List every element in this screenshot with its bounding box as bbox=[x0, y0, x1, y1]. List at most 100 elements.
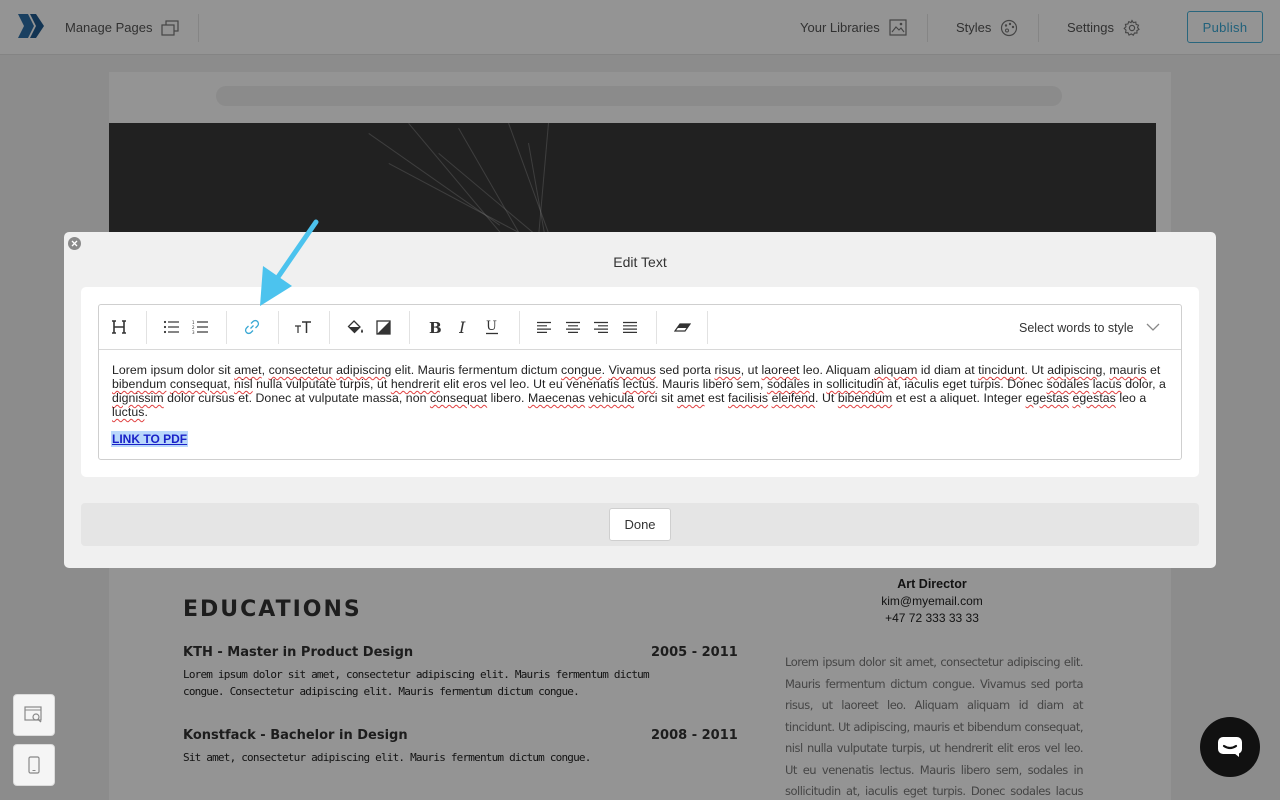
close-button[interactable] bbox=[68, 237, 81, 250]
rich-text-editor[interactable]: 123 B I U Select words to style Lorem ip… bbox=[98, 304, 1182, 460]
text-run: dolor, a bbox=[1121, 377, 1166, 391]
toolbar-divider bbox=[226, 311, 227, 344]
chevron-down-icon bbox=[1146, 323, 1160, 331]
svg-text:U: U bbox=[486, 319, 497, 334]
text-run: orci sit bbox=[634, 391, 677, 405]
numbered-list-icon: 123 bbox=[192, 320, 208, 334]
eraser-icon bbox=[673, 323, 691, 332]
text-run: . Mauris libero sem, bbox=[655, 377, 767, 391]
fill-color-button[interactable] bbox=[343, 315, 367, 339]
text-run: libero. bbox=[487, 391, 528, 405]
style-select[interactable]: Select words to style bbox=[1019, 305, 1160, 350]
paint-bucket-icon bbox=[347, 319, 363, 333]
misspelled-word: mauris bbox=[1109, 363, 1147, 377]
contrast-icon bbox=[375, 319, 391, 335]
link-button[interactable] bbox=[240, 315, 264, 339]
contrast-button[interactable] bbox=[371, 315, 395, 339]
text-run: , bbox=[261, 363, 269, 377]
text-run: in bbox=[809, 377, 827, 391]
align-justify-icon bbox=[623, 321, 637, 333]
misspelled-word: egestas bbox=[1072, 391, 1116, 405]
misspelled-word: congue bbox=[561, 363, 602, 377]
bold-button[interactable]: B bbox=[423, 315, 447, 339]
text-run: . Ut bbox=[815, 391, 838, 405]
close-icon bbox=[71, 240, 78, 247]
misspelled-word: Maecenas bbox=[527, 391, 586, 405]
misspelled-word: bibendum bbox=[837, 391, 893, 405]
toolbar-divider bbox=[409, 311, 410, 344]
misspelled-word: vehicula bbox=[588, 391, 635, 405]
toolbar-divider bbox=[707, 311, 708, 344]
style-select-label: Select words to style bbox=[1019, 320, 1134, 335]
mobile-icon bbox=[28, 756, 40, 774]
misspelled-word: sodales bbox=[1046, 377, 1090, 391]
numbered-list-button[interactable]: 123 bbox=[188, 315, 212, 339]
svg-text:B: B bbox=[429, 320, 441, 335]
editor-body-text[interactable]: Lorem ipsum dolor sit amet, consectetur … bbox=[112, 363, 1172, 419]
misspelled-word: aliquam bbox=[874, 363, 918, 377]
misspelled-word: consequat bbox=[429, 391, 488, 405]
toolbar-divider bbox=[146, 311, 147, 344]
text-run: leo. Aliquam bbox=[799, 363, 874, 377]
text-run: . Ut bbox=[1024, 363, 1048, 377]
svg-text:I: I bbox=[459, 320, 466, 335]
mobile-preview-button[interactable] bbox=[13, 744, 55, 786]
misspelled-word: sollicitudin bbox=[826, 377, 884, 391]
misspelled-word: laoreet bbox=[761, 363, 800, 377]
misspelled-word: amet bbox=[676, 391, 705, 405]
misspelled-word: tincidunt bbox=[978, 363, 1025, 377]
underline-icon: U bbox=[486, 319, 498, 335]
justify-button[interactable] bbox=[618, 315, 642, 339]
align-right-button[interactable] bbox=[589, 315, 613, 339]
heading-button[interactable] bbox=[107, 315, 131, 339]
align-center-button[interactable] bbox=[561, 315, 585, 339]
align-center-icon bbox=[566, 321, 580, 333]
text-run: id diam at bbox=[917, 363, 979, 377]
pdf-link[interactable]: LINK TO PDF bbox=[111, 431, 189, 447]
text-run: Lorem ipsum dolor sit bbox=[112, 363, 235, 377]
text-run: et bbox=[1146, 363, 1161, 377]
font-size-icon bbox=[295, 321, 311, 333]
misspelled-word: Vivamus bbox=[608, 363, 656, 377]
italic-button[interactable]: I bbox=[452, 315, 476, 339]
misspelled-word: adipiscing bbox=[336, 363, 392, 377]
text-run: , ut bbox=[740, 363, 762, 377]
text-run: dolor cursus et. Donec at vulputate mass… bbox=[163, 391, 430, 405]
align-left-button[interactable] bbox=[532, 315, 556, 339]
underline-button[interactable]: U bbox=[480, 315, 504, 339]
misspelled-word: dignissim bbox=[112, 391, 164, 405]
misspelled-word: consequat bbox=[169, 377, 228, 391]
toolbar-divider bbox=[329, 311, 330, 344]
arrow-pointer-icon bbox=[260, 219, 319, 306]
misspelled-word: facilisis bbox=[728, 391, 769, 405]
clear-format-button[interactable] bbox=[670, 315, 694, 339]
toolbar-divider bbox=[278, 311, 279, 344]
done-button[interactable]: Done bbox=[609, 508, 671, 541]
text-run: elit. Mauris fermentum dictum bbox=[391, 363, 561, 377]
preview-search-button[interactable] bbox=[13, 694, 55, 736]
bullet-list-icon bbox=[163, 320, 179, 334]
misspelled-word: adipiscing bbox=[1047, 363, 1103, 377]
misspelled-word: hendrerit bbox=[390, 377, 440, 391]
text-run: sed porta bbox=[655, 363, 715, 377]
text-run: elit eros vel leo. Ut eu venenatis bbox=[439, 377, 623, 391]
text-run: est bbox=[704, 391, 728, 405]
svg-text:3: 3 bbox=[192, 330, 195, 334]
toolbar-divider bbox=[656, 311, 657, 344]
text-run: nulla vulputate turpis, ut bbox=[252, 377, 391, 391]
misspelled-word: nisl bbox=[234, 377, 253, 391]
text-run: leo a bbox=[1115, 391, 1147, 405]
text-run: . bbox=[601, 363, 609, 377]
misspelled-word: eleifend bbox=[771, 391, 816, 405]
align-left-icon bbox=[537, 321, 551, 333]
text-run: , bbox=[227, 377, 235, 391]
bullet-list-button[interactable] bbox=[159, 315, 183, 339]
font-size-button[interactable] bbox=[291, 315, 315, 339]
misspelled-word: sodales bbox=[766, 377, 810, 391]
misspelled-word: amet bbox=[234, 363, 262, 377]
link-icon bbox=[244, 319, 260, 335]
chat-button[interactable] bbox=[1200, 717, 1260, 777]
align-right-icon bbox=[594, 321, 608, 333]
misspelled-word: bibendum bbox=[112, 377, 167, 391]
misspelled-word: consectetur bbox=[268, 363, 333, 377]
